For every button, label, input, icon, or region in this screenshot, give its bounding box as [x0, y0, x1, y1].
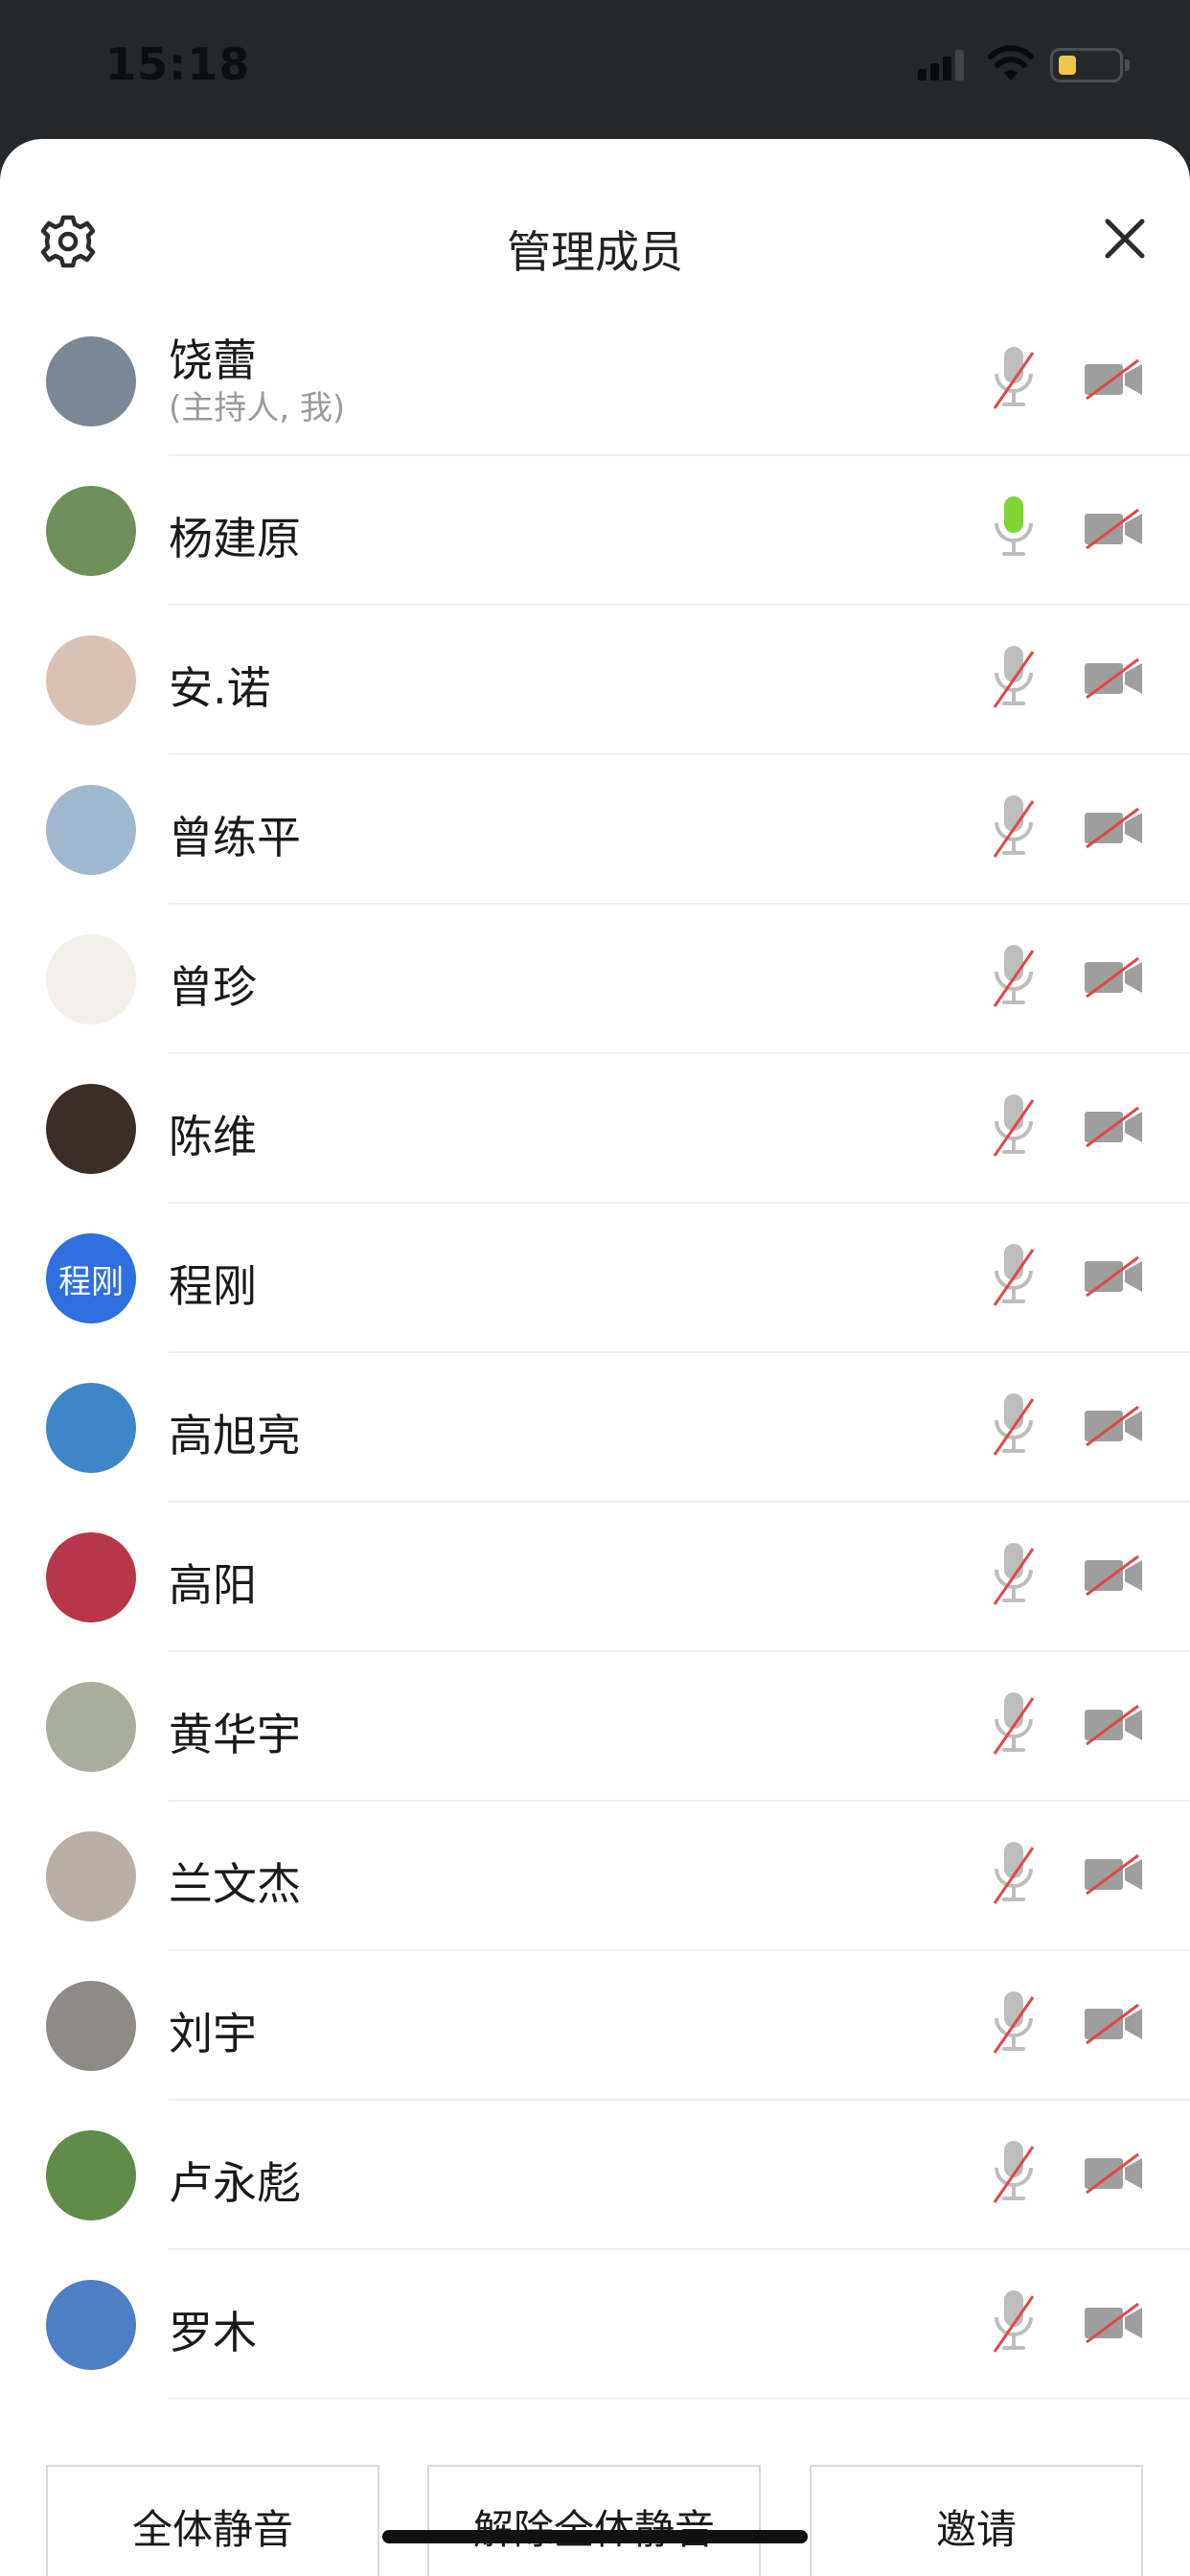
wifi-icon: [988, 45, 1034, 80]
member-name: 黄华宇: [169, 1709, 301, 1760]
member-name: 兰文杰: [169, 1858, 301, 1910]
member-name: 高阳: [169, 1559, 257, 1611]
microphone-muted-icon[interactable]: [989, 794, 1039, 870]
camera-off-icon[interactable]: [1083, 1106, 1144, 1152]
avatar: [46, 486, 136, 576]
member-name: 曾练平: [169, 812, 301, 863]
camera-off-icon[interactable]: [1083, 2152, 1144, 2198]
member-name: 饶蕾: [169, 334, 257, 386]
microphone-muted-icon[interactable]: [989, 1541, 1039, 1618]
avatar: [46, 934, 136, 1024]
avatar-initials: 程刚: [58, 1262, 124, 1301]
avatar: 程刚: [46, 1233, 136, 1323]
battery-icon: [1050, 48, 1130, 82]
avatar: [46, 2280, 136, 2370]
avatar: [46, 635, 136, 725]
member-name: 陈维: [169, 1111, 257, 1162]
camera-off-icon[interactable]: [1083, 1405, 1144, 1451]
camera-off-icon[interactable]: [1083, 1554, 1144, 1600]
unmute-all-button[interactable]: 解除全体静音: [427, 2465, 761, 2576]
camera-off-icon[interactable]: [1083, 2302, 1144, 2348]
member-row[interactable]: 杨建原: [0, 456, 1190, 606]
member-row[interactable]: 罗木: [0, 2250, 1190, 2400]
sheet-header: 管理成员: [0, 139, 1190, 307]
member-row[interactable]: 卢永彪: [0, 2101, 1190, 2250]
avatar: [46, 1383, 136, 1473]
member-row[interactable]: 兰文杰: [0, 1802, 1190, 1951]
member-name: 高旭亮: [169, 1410, 301, 1461]
member-row[interactable]: 曾练平: [0, 755, 1190, 905]
member-row[interactable]: 刘宇: [0, 1951, 1190, 2101]
member-row[interactable]: 安.诺: [0, 606, 1190, 755]
member-role: (主持人, 我): [169, 389, 346, 427]
camera-off-icon[interactable]: [1083, 1255, 1144, 1301]
bottom-action-bar: 全体静音 解除全体静音 邀请: [0, 2442, 1190, 2576]
microphone-active-icon[interactable]: [989, 494, 1039, 571]
avatar: [46, 785, 136, 875]
microphone-muted-icon[interactable]: [989, 943, 1039, 1020]
member-row[interactable]: 程刚 程刚: [0, 1204, 1190, 1353]
camera-off-icon[interactable]: [1083, 508, 1144, 554]
microphone-muted-icon[interactable]: [989, 1242, 1039, 1319]
camera-off-icon[interactable]: [1083, 807, 1144, 853]
camera-off-icon[interactable]: [1083, 956, 1144, 1002]
microphone-muted-icon[interactable]: [989, 1092, 1039, 1169]
status-time: 15:18: [105, 38, 251, 90]
cellular-signal-icon: [918, 50, 966, 80]
camera-off-icon[interactable]: [1083, 358, 1144, 404]
microphone-muted-icon[interactable]: [989, 1690, 1039, 1767]
avatar: [46, 1532, 136, 1622]
row-divider: [169, 2398, 1190, 2400]
invite-button[interactable]: 邀请: [810, 2465, 1143, 2576]
member-name: 罗木: [169, 2307, 257, 2358]
member-name: 刘宇: [169, 2008, 257, 2059]
microphone-muted-icon[interactable]: [989, 1990, 1039, 2066]
manage-members-sheet: 管理成员 饶蕾 (主持人, 我) 杨建原安.诺曾练平曾珍陈维程刚 程刚高旭亮高阳黄华宇…: [0, 139, 1190, 2576]
close-icon[interactable]: [1104, 218, 1146, 260]
member-row[interactable]: 饶蕾 (主持人, 我): [0, 307, 1190, 456]
camera-off-icon[interactable]: [1083, 1704, 1144, 1750]
camera-off-icon[interactable]: [1083, 657, 1144, 703]
avatar: [46, 1682, 136, 1772]
member-row[interactable]: 曾珍: [0, 905, 1190, 1054]
member-name: 卢永彪: [169, 2157, 301, 2209]
microphone-muted-icon[interactable]: [989, 1392, 1039, 1468]
member-row[interactable]: 黄华宇: [0, 1652, 1190, 1802]
page-title: 管理成员: [507, 226, 683, 278]
avatar: [46, 1981, 136, 2071]
microphone-muted-icon[interactable]: [989, 644, 1039, 721]
microphone-muted-icon[interactable]: [989, 2139, 1039, 2216]
member-name: 程刚: [169, 1260, 257, 1312]
member-row[interactable]: 陈维: [0, 1054, 1190, 1204]
member-list[interactable]: 饶蕾 (主持人, 我) 杨建原安.诺曾练平曾珍陈维程刚 程刚高旭亮高阳黄华宇兰文杰刘宇…: [0, 307, 1190, 2442]
microphone-muted-icon[interactable]: [989, 2288, 1039, 2365]
member-row[interactable]: 高阳: [0, 1503, 1190, 1652]
member-row[interactable]: 高旭亮: [0, 1353, 1190, 1503]
member-name: 安.诺: [169, 662, 271, 714]
member-name: 杨建原: [169, 513, 301, 564]
status-bar: 15:18: [0, 0, 1190, 134]
camera-off-icon[interactable]: [1083, 2003, 1144, 2049]
microphone-muted-icon[interactable]: [989, 345, 1039, 422]
avatar: [46, 2130, 136, 2220]
avatar: [46, 1084, 136, 1174]
avatar: [46, 336, 136, 426]
home-indicator: [382, 2530, 808, 2543]
avatar: [46, 1831, 136, 1921]
member-name: 曾珍: [169, 961, 257, 1013]
camera-off-icon[interactable]: [1083, 1853, 1144, 1899]
microphone-muted-icon[interactable]: [989, 1840, 1039, 1917]
mute-all-button[interactable]: 全体静音: [46, 2465, 379, 2576]
